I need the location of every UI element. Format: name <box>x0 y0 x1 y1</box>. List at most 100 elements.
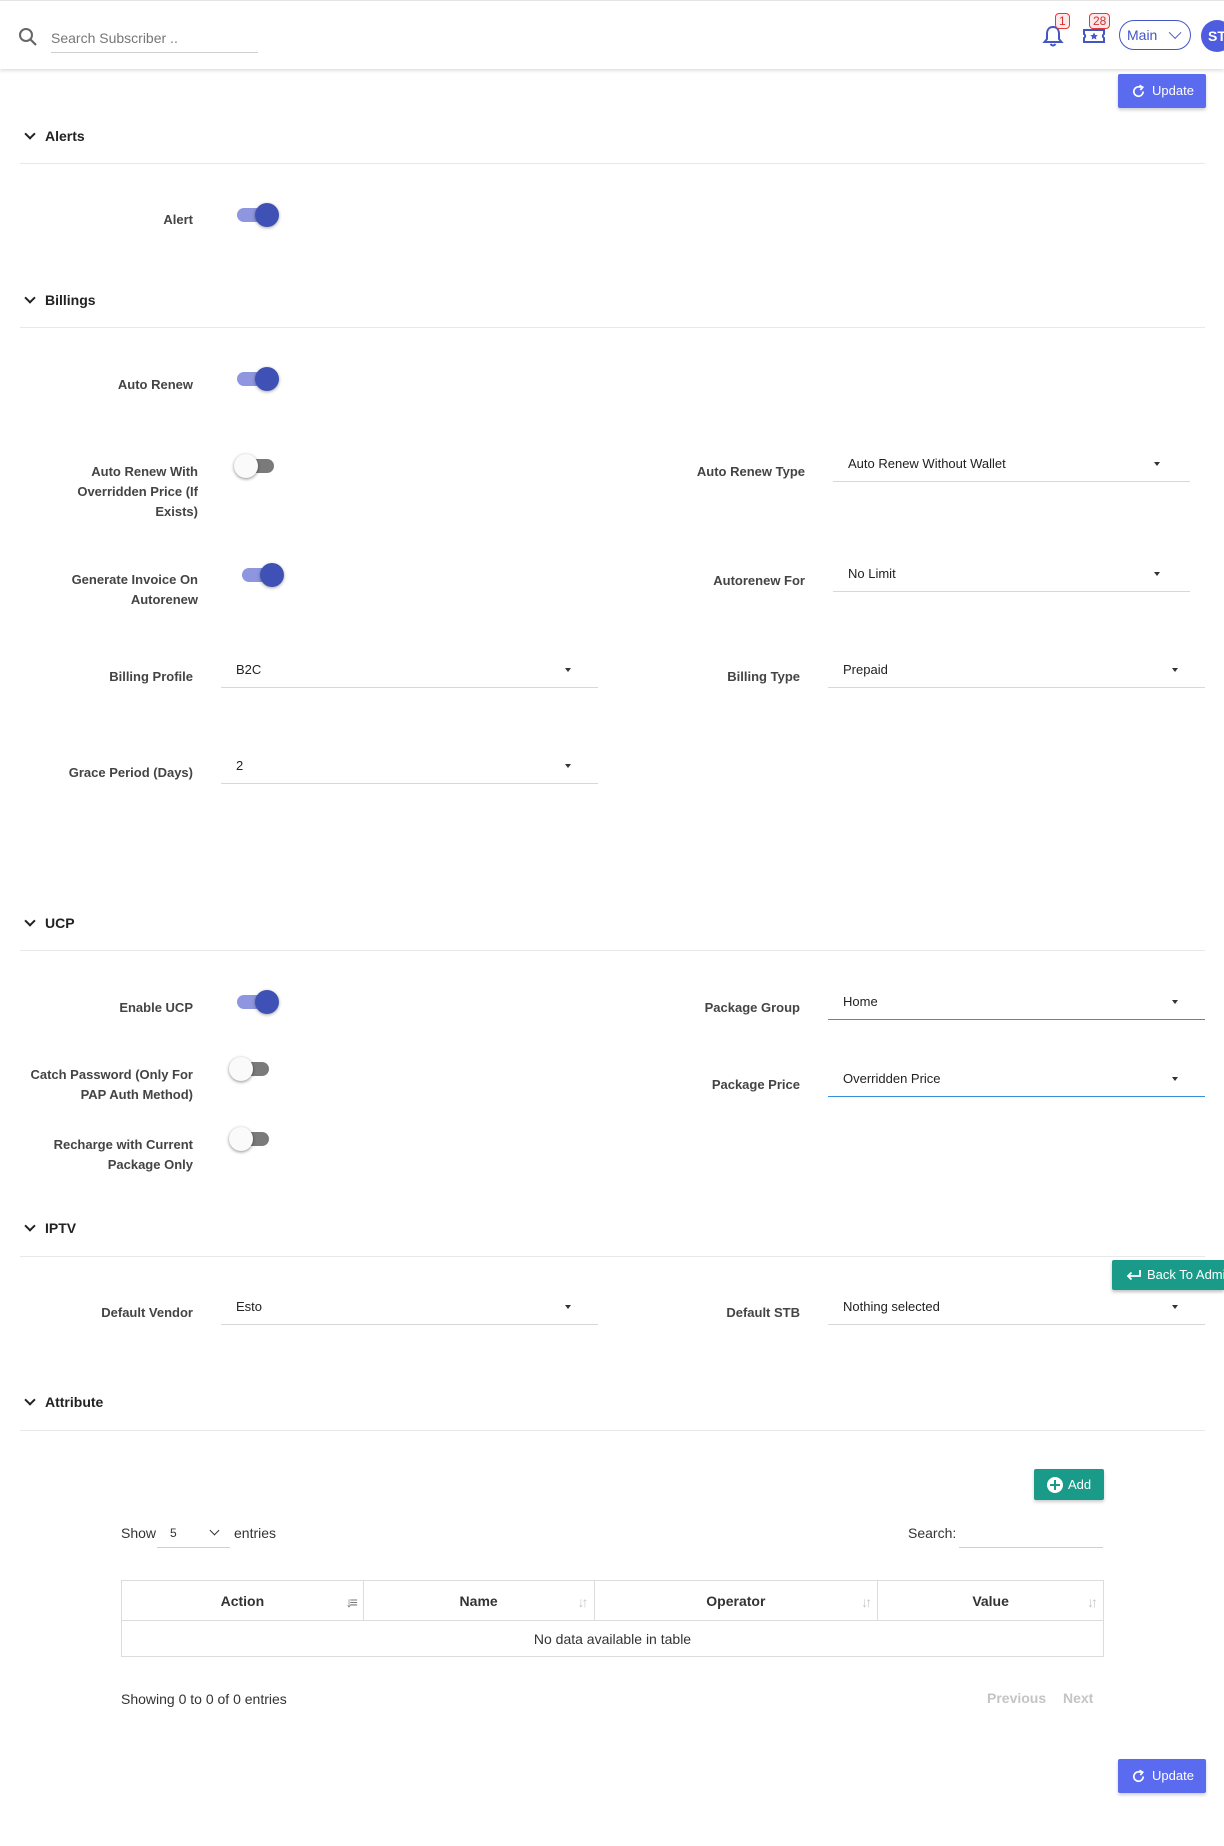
main-select[interactable]: Main <box>1119 20 1191 50</box>
generate-invoice-toggle[interactable] <box>240 562 284 588</box>
refresh-icon <box>1133 84 1145 98</box>
billing-type-label: Billing Type <box>727 669 800 684</box>
attributes-table: Action ↓≡ Name ↓↑ Operator ↓↑ Value ↓↑ No da… <box>121 1580 1104 1657</box>
section-attribute-header[interactable]: Attribute <box>22 1393 103 1411</box>
sort-icon: ↓↑ <box>577 1594 589 1610</box>
column-header-label: Action <box>220 1592 265 1609</box>
search-icon[interactable] <box>18 27 38 47</box>
sort-icon: ↓≡ <box>345 1594 358 1610</box>
column-header-operator[interactable]: Operator ↓↑ <box>593 1580 879 1621</box>
package-group-select[interactable]: Home <box>828 990 1205 1020</box>
caret-down-icon <box>1172 1077 1178 1081</box>
column-header-label: Operator <box>706 1592 766 1609</box>
section-alerts-header[interactable]: Alerts <box>22 127 85 145</box>
empty-table-message: No data available in table <box>121 1620 1104 1657</box>
recharge-current-package-label: Recharge with Current Package Only <box>53 1137 193 1172</box>
back-to-admin-label: Back To Admin <box>1147 1267 1224 1282</box>
default-vendor-value: Esto <box>236 1299 263 1314</box>
caret-down-icon <box>1172 668 1178 672</box>
section-ucp-header[interactable]: UCP <box>22 914 75 932</box>
divider <box>20 950 1205 951</box>
next-page-button[interactable]: Next <box>1063 1690 1093 1706</box>
grace-period-value: 2 <box>236 758 244 773</box>
package-group-label: Package Group <box>704 1000 800 1015</box>
table-row: No data available in table <box>121 1620 1104 1657</box>
caret-down-icon <box>1154 462 1160 466</box>
package-price-label: Package Price <box>711 1077 800 1092</box>
entries-length-value: 5 <box>170 1526 177 1540</box>
column-header-action[interactable]: Action ↓≡ <box>121 1580 364 1621</box>
column-header-label: Name <box>459 1592 498 1609</box>
caret-down-icon <box>1172 1305 1178 1309</box>
back-to-admin-button[interactable]: Back To Admin <box>1112 1260 1224 1290</box>
autorenew-for-label: Autorenew For <box>713 573 805 588</box>
caret-down-icon <box>565 764 571 768</box>
caret-down-icon <box>565 668 571 672</box>
recharge-current-package-toggle[interactable] <box>229 1126 273 1152</box>
table-search-input[interactable] <box>959 1518 1103 1548</box>
auto-renew-label: Auto Renew <box>117 377 193 392</box>
auto-renew-type-label: Auto Renew Type <box>696 464 805 479</box>
add-attribute-button[interactable]: Add <box>1034 1469 1104 1500</box>
auto-renew-type-value: Auto Renew Without Wallet <box>848 456 1006 471</box>
billing-type-value: Prepaid <box>843 662 888 677</box>
tickets-badge: 28 <box>1089 13 1111 29</box>
top-bar: 1 28 Main ST <box>0 0 1224 69</box>
catch-password-toggle[interactable] <box>229 1056 273 1082</box>
entries-length-select[interactable]: 5 <box>157 1518 230 1548</box>
previous-page-button[interactable]: Previous <box>987 1690 1046 1706</box>
section-iptv-title: IPTV <box>45 1220 77 1236</box>
default-vendor-select[interactable]: Esto <box>221 1295 598 1325</box>
section-billings-title: Billings <box>45 292 96 308</box>
chevron-down-icon <box>24 128 36 140</box>
billing-profile-label: Billing Profile <box>109 669 193 684</box>
billing-profile-select[interactable]: B2C <box>221 658 598 688</box>
sort-icon: ↓↑ <box>861 1594 872 1610</box>
divider <box>20 1256 1205 1257</box>
catch-password-label: Catch Password (Only For PAP Auth Method… <box>30 1067 193 1102</box>
auto-renew-overridden-toggle[interactable] <box>234 453 278 479</box>
section-alerts-title: Alerts <box>45 128 85 144</box>
update-button-top[interactable]: Update <box>1118 74 1206 108</box>
section-iptv-header[interactable]: IPTV <box>22 1219 76 1237</box>
auto-renew-overridden-label: Auto Renew With Overridden Price (If Exi… <box>77 464 198 519</box>
caret-down-icon <box>1154 572 1160 576</box>
return-arrow-icon <box>1126 1270 1141 1281</box>
default-vendor-label: Default Vendor <box>101 1305 193 1320</box>
enable-ucp-label: Enable UCP <box>119 1000 193 1015</box>
divider <box>20 163 1205 164</box>
add-button-label: Add <box>1068 1477 1092 1492</box>
billing-profile-value: B2C <box>236 662 262 677</box>
alert-label: Alert <box>163 212 193 227</box>
column-header-name[interactable]: Name ↓↑ <box>362 1580 595 1621</box>
section-billings-header[interactable]: Billings <box>22 291 96 309</box>
billing-type-select[interactable]: Prepaid <box>828 658 1205 688</box>
refresh-icon <box>1133 1769 1145 1783</box>
alert-toggle[interactable] <box>235 202 279 228</box>
default-stb-select[interactable]: Nothing selected <box>828 1295 1205 1325</box>
column-header-value[interactable]: Value ↓↑ <box>877 1580 1104 1621</box>
sort-icon: ↓↑ <box>1087 1594 1098 1610</box>
divider <box>20 327 1205 328</box>
default-stb-label: Default STB <box>726 1305 800 1320</box>
plus-circle-icon <box>1047 1477 1063 1493</box>
generate-invoice-label: Generate Invoice On Autorenew <box>71 572 198 607</box>
autorenew-for-select[interactable]: No Limit <box>833 562 1190 592</box>
chevron-down-icon <box>1168 26 1182 40</box>
package-price-select[interactable]: Overridden Price <box>828 1067 1205 1097</box>
update-button-label: Update <box>1152 1768 1194 1783</box>
search-subscriber-input[interactable] <box>51 23 258 53</box>
enable-ucp-toggle[interactable] <box>235 989 279 1015</box>
autorenew-for-value: No Limit <box>848 566 896 581</box>
auto-renew-type-select[interactable]: Auto Renew Without Wallet <box>833 452 1190 482</box>
auto-renew-toggle[interactable] <box>235 366 279 392</box>
update-button-bottom[interactable]: Update <box>1118 1759 1206 1793</box>
column-header-label: Value <box>972 1592 1009 1609</box>
notifications-badge: 1 <box>1055 13 1070 29</box>
update-button-label: Update <box>1152 83 1194 98</box>
chevron-down-icon <box>24 915 36 927</box>
section-ucp-title: UCP <box>45 915 75 931</box>
grace-period-select[interactable]: 2 <box>221 754 598 784</box>
package-group-value: Home <box>843 994 878 1009</box>
avatar[interactable]: ST <box>1201 20 1224 52</box>
